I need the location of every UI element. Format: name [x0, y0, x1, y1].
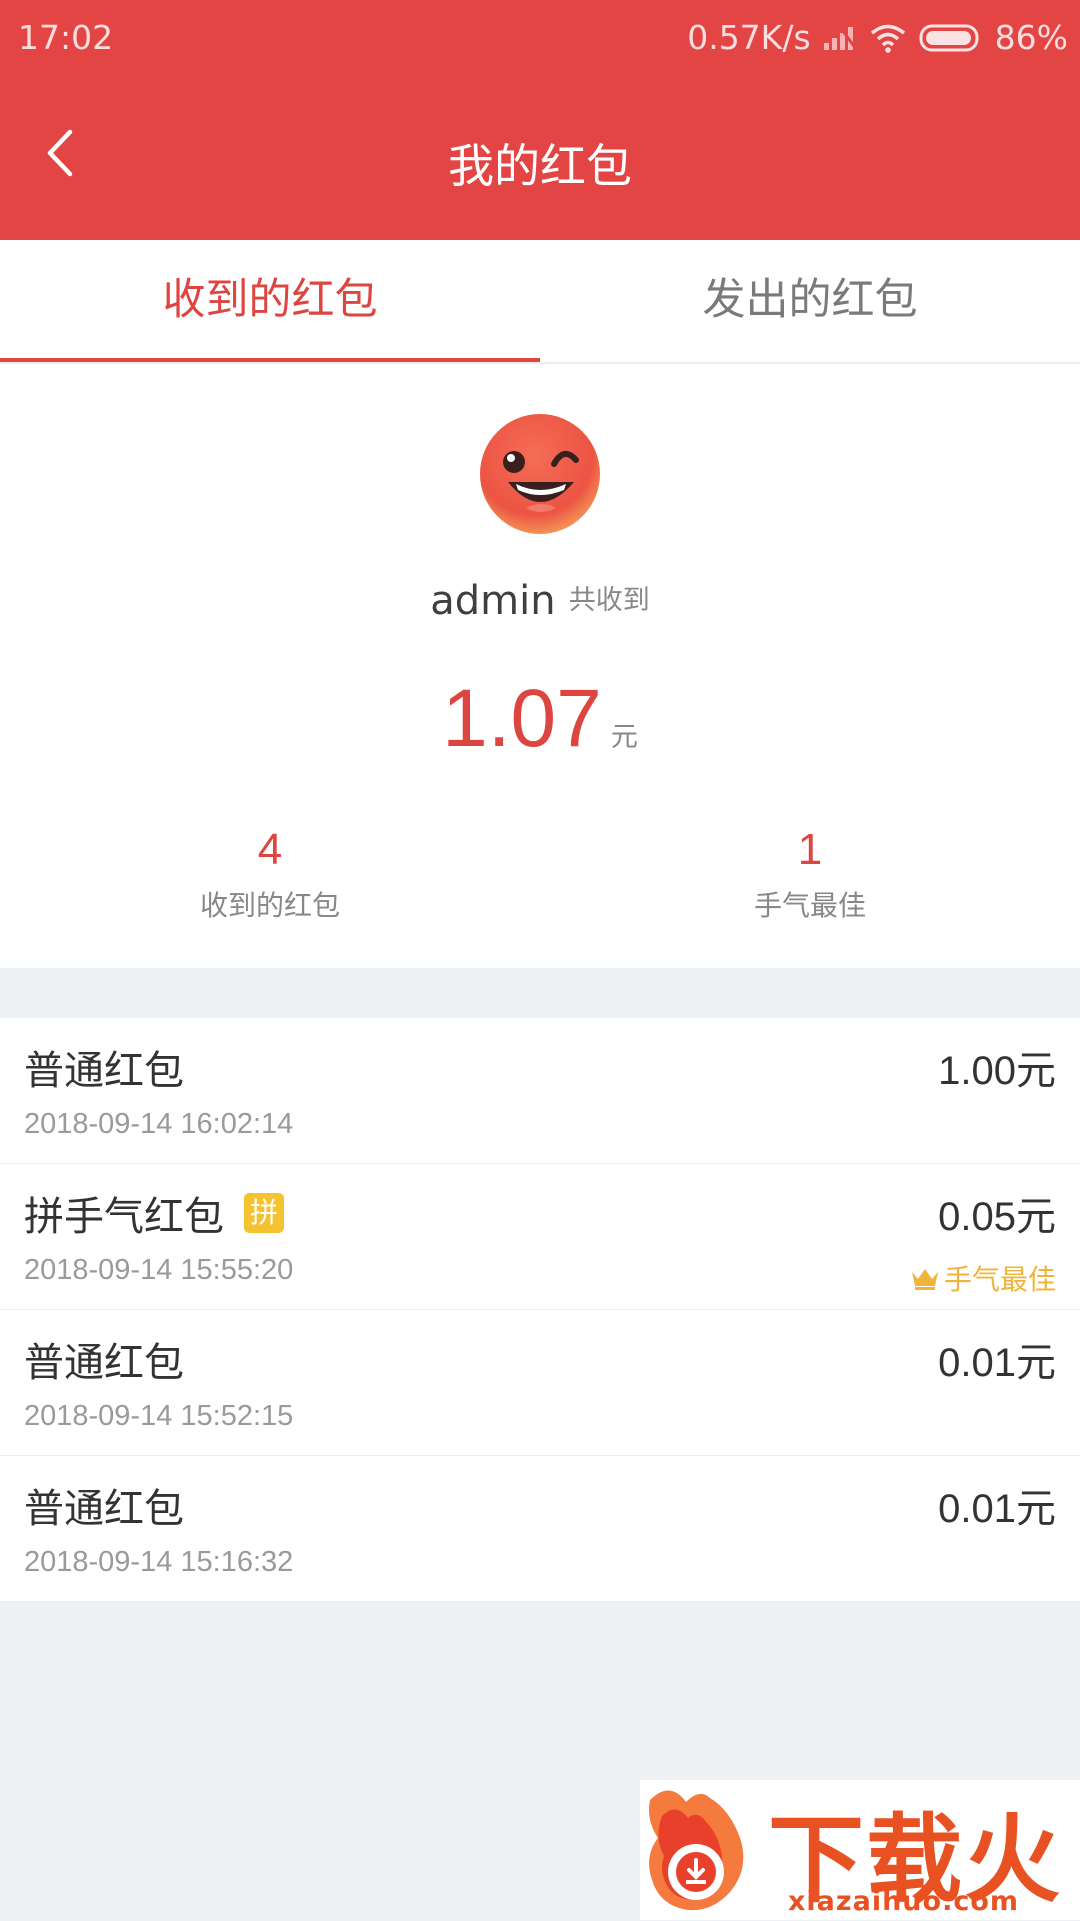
packet-amount: 0.05元 — [938, 1195, 1056, 1239]
watermark-url: xiazaihuo.com — [788, 1886, 1020, 1917]
stat-label: 手气最佳 — [753, 889, 866, 922]
winking-face-icon — [480, 414, 600, 534]
app-header: 17:02 0.57K/s 86% 我的红包 — [0, 0, 1080, 240]
crown-icon — [911, 1269, 938, 1290]
nav-bar: 我的红包 — [0, 74, 1080, 240]
packet-amount: 0.01元 — [938, 1341, 1056, 1385]
stat-value: 4 — [257, 825, 283, 874]
wifi-icon — [869, 23, 907, 53]
list-item[interactable]: 普通红包 0.01元 2018-09-14 15:52:15 — [0, 1310, 1080, 1456]
packet-type: 普通红包 — [24, 1486, 184, 1532]
battery-percent: 86% — [994, 18, 1068, 57]
best-luck-label: 手气最佳 — [943, 1263, 1056, 1296]
tab-sent[interactable]: 发出的红包 — [540, 240, 1080, 360]
stat-best-luck-count: 1 手气最佳 — [540, 822, 1080, 924]
red-packet-list: 普通红包 1.00元 2018-09-14 16:02:14 拼手气红包 拼 0… — [0, 1018, 1080, 1601]
tab-indicator — [0, 358, 540, 362]
page-title: 我的红包 — [448, 139, 632, 193]
packet-amount: 1.00元 — [938, 1049, 1056, 1093]
summary-card: admin 共收到 1.07 元 4 收到的红包 1 手气最佳 — [0, 364, 1080, 968]
flame-logo-icon — [649, 1790, 744, 1911]
battery-icon — [919, 24, 983, 52]
signal-icon — [823, 25, 857, 51]
list-item[interactable]: 普通红包 0.01元 2018-09-14 15:16:32 — [0, 1456, 1080, 1601]
total-amount: 1.07 — [442, 673, 602, 764]
tab-bar: 收到的红包 发出的红包 — [0, 240, 1080, 364]
status-time: 17:02 — [18, 18, 114, 57]
packet-type-wrap: 拼手气红包 拼 — [24, 1184, 284, 1242]
avatar — [478, 412, 602, 536]
username: admin — [430, 578, 556, 624]
received-label: 共收到 — [568, 585, 650, 616]
packet-time: 2018-09-14 15:55:20 — [24, 1254, 294, 1286]
packet-time: 2018-09-14 15:16:32 — [24, 1546, 294, 1578]
status-right: 0.57K/s 86% — [687, 18, 1068, 57]
stat-value: 1 — [797, 825, 823, 874]
watermark: 下载火 xiazaihuo.com — [640, 1780, 1080, 1920]
packet-time: 2018-09-14 16:02:14 — [24, 1108, 294, 1140]
packet-type: 拼手气红包 — [24, 1194, 224, 1240]
total-line: 1.07 元 — [0, 672, 1080, 766]
stat-label: 收到的红包 — [199, 889, 340, 922]
list-item[interactable]: 普通红包 1.00元 2018-09-14 16:02:14 — [0, 1018, 1080, 1164]
summary-name-line: admin 共收到 — [0, 578, 1080, 624]
network-speed: 0.57K/s — [687, 18, 811, 57]
packet-type: 普通红包 — [24, 1340, 184, 1386]
packet-amount: 0.01元 — [938, 1487, 1056, 1531]
tab-received[interactable]: 收到的红包 — [0, 240, 540, 360]
stat-received-count: 4 收到的红包 — [0, 822, 540, 924]
list-item[interactable]: 拼手气红包 拼 0.05元 2018-09-14 15:55:20 手气最佳 — [0, 1164, 1080, 1310]
pin-badge: 拼 — [244, 1193, 284, 1233]
packet-time: 2018-09-14 15:52:15 — [24, 1400, 294, 1432]
total-unit: 元 — [610, 722, 638, 753]
best-luck-tag: 手气最佳 — [910, 1258, 1056, 1298]
status-bar: 17:02 0.57K/s 86% — [0, 0, 1080, 74]
packet-type: 普通红包 — [24, 1048, 184, 1094]
